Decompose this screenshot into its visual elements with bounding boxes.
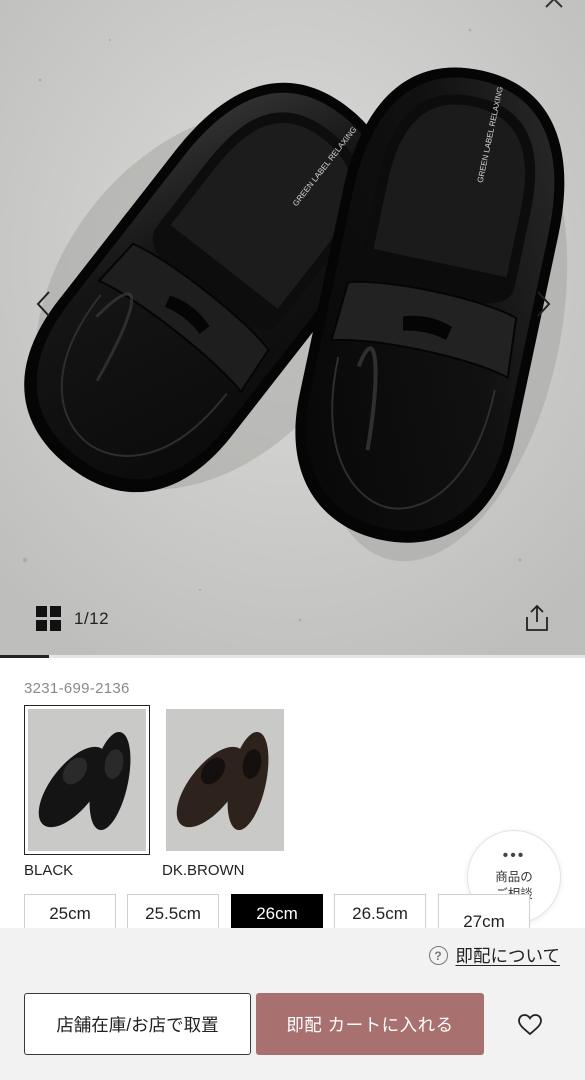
- chevron-left-icon: [36, 291, 50, 317]
- share-icon[interactable]: [523, 603, 551, 633]
- product-photo: GREEN LABEL RELAXING GREEN LABEL RELAXIN…: [0, 0, 585, 655]
- product-code: 3231-699-2136: [24, 680, 130, 697]
- grid-icon[interactable]: [36, 606, 61, 631]
- color-swatch-black[interactable]: [24, 705, 150, 855]
- store-stock-reserve-button[interactable]: 店舗在庫/お店で取置: [24, 993, 251, 1055]
- gallery-progress-bar: [0, 655, 585, 658]
- previous-image-button[interactable]: [28, 286, 58, 322]
- heart-icon: [518, 1014, 542, 1036]
- color-swatch-dk-brown[interactable]: [162, 705, 288, 855]
- favorite-button[interactable]: [512, 1008, 548, 1042]
- add-to-cart-button[interactable]: 即配 カートに入れる: [256, 993, 484, 1055]
- help-circle-icon: ?: [428, 946, 448, 965]
- color-thumbnail-dk-brown: [166, 709, 284, 851]
- fast-delivery-link-text: 即配について: [455, 946, 560, 966]
- product-image-gallery[interactable]: GREEN LABEL RELAXING GREEN LABEL RELAXIN…: [0, 0, 585, 655]
- color-thumbnail-black: [28, 709, 146, 851]
- color-label-dk-brown: DK.BROWN: [162, 862, 245, 879]
- consult-label-line1: 商品の: [495, 870, 533, 884]
- image-counter: 1/12: [74, 609, 110, 628]
- gallery-progress-fill: [0, 655, 49, 658]
- next-image-button[interactable]: [529, 286, 559, 322]
- fast-delivery-info-link[interactable]: ? 即配について: [428, 943, 560, 968]
- color-label-black: BLACK: [24, 862, 74, 879]
- chevron-right-icon: [537, 291, 551, 317]
- close-icon[interactable]: [541, 0, 567, 12]
- more-dots-icon: •••: [502, 847, 526, 864]
